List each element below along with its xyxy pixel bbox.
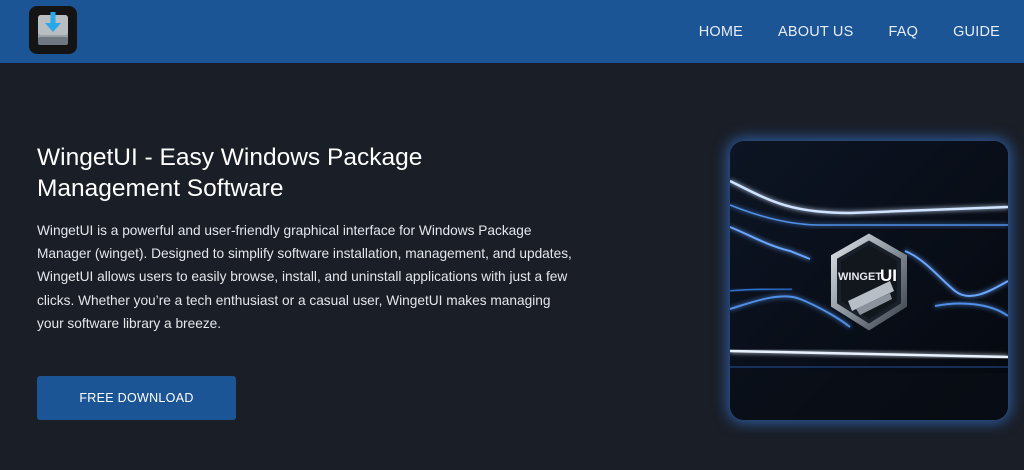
main-nav: HOME ABOUT US FAQ GUIDE [664, 0, 1000, 63]
hero-image: WINGET UI [730, 141, 1008, 420]
wingetui-hero-graphic: WINGET UI [730, 141, 1008, 420]
site-logo[interactable] [29, 6, 77, 54]
nav-faq[interactable]: FAQ [888, 24, 918, 40]
top-navbar: HOME ABOUT US FAQ GUIDE [0, 0, 1024, 63]
hero-image-logo-text: WINGET [838, 271, 882, 283]
hero-description: WingetUI is a powerful and user-friendly… [37, 223, 572, 331]
nav-about-us[interactable]: ABOUT US [778, 24, 853, 40]
hero-image-logo-text-ui: UI [880, 266, 897, 285]
download-box-icon [38, 12, 68, 45]
nav-home[interactable]: HOME [699, 24, 743, 40]
hero-title: WingetUI - Easy Windows Package Manageme… [37, 144, 423, 202]
nav-guide[interactable]: GUIDE [953, 24, 1000, 40]
free-download-button[interactable]: FREE DOWNLOAD [37, 376, 236, 420]
